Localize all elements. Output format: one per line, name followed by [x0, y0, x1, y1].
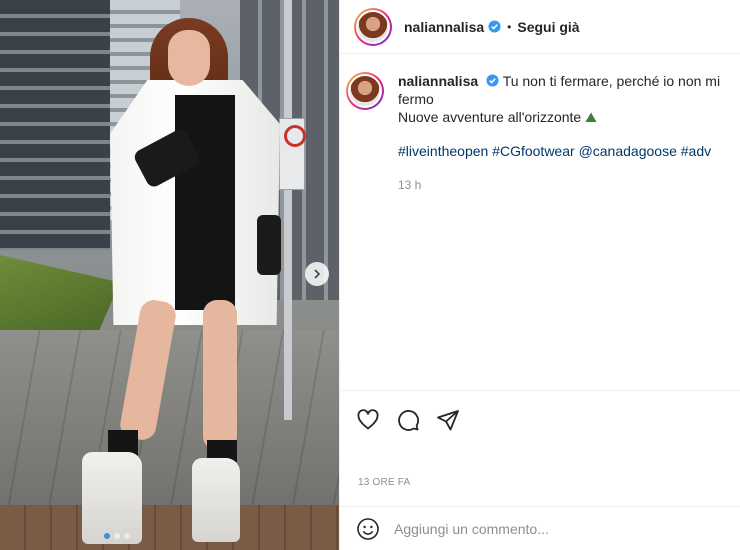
- carousel-dot: [104, 533, 110, 539]
- avatar[interactable]: [354, 7, 392, 46]
- smiley-icon[interactable]: [356, 517, 380, 541]
- boot-right: [192, 458, 240, 542]
- comment-icon[interactable]: [396, 408, 420, 432]
- caption-time[interactable]: 13 h: [398, 176, 740, 194]
- header-username[interactable]: naliannalisa: [404, 19, 484, 35]
- building-left: [0, 0, 110, 250]
- heart-icon[interactable]: [356, 408, 380, 432]
- caption-avatar[interactable]: [346, 72, 384, 110]
- carousel-dot: [114, 533, 120, 539]
- verified-badge-icon: [488, 20, 501, 33]
- comment-input[interactable]: [394, 520, 714, 537]
- action-bar: [340, 390, 740, 448]
- brick-edge: [0, 505, 339, 550]
- sleeve-right: [257, 215, 281, 275]
- following-button[interactable]: Segui già: [517, 19, 579, 35]
- hashtag-link[interactable]: #liveintheopen: [398, 143, 488, 159]
- post-caption: naliannalisa Tu non ti fermare, perché i…: [346, 72, 740, 194]
- hashtag-list: #liveintheopen #CGfootwear @canadagoose …: [398, 142, 740, 160]
- post-timestamp[interactable]: 13 ORE FA: [358, 477, 410, 488]
- sign-pole: [284, 0, 292, 420]
- boot-left: [82, 452, 142, 544]
- post-header: naliannalisa • Segui già: [340, 0, 740, 54]
- model-face: [168, 30, 210, 86]
- black-dress: [175, 95, 235, 310]
- chevron-right-icon: [314, 269, 321, 279]
- comment-box: [340, 506, 740, 550]
- carousel-dots: [104, 533, 130, 539]
- mountain-icon: ⛰: [585, 109, 597, 125]
- carousel-next-button[interactable]: [305, 262, 329, 286]
- carousel-dot: [124, 533, 130, 539]
- mention-link[interactable]: @canadagoose: [579, 143, 677, 159]
- leg-right: [203, 300, 237, 450]
- post-sidebar: naliannalisa • Segui già naliannalisa Tu…: [339, 0, 740, 550]
- separator-dot: •: [507, 19, 512, 34]
- verified-badge-icon: [486, 74, 499, 87]
- street-sign: [279, 118, 306, 190]
- hashtag-link[interactable]: #adv: [681, 143, 711, 159]
- hashtag-link[interactable]: #CGfootwear: [492, 143, 574, 159]
- post-photo[interactable]: [0, 0, 339, 550]
- caption-text-line2: Nuove avventure all'orizzonte: [398, 109, 582, 125]
- caption-username[interactable]: naliannalisa: [398, 73, 478, 89]
- paper-plane-icon[interactable]: [436, 408, 460, 432]
